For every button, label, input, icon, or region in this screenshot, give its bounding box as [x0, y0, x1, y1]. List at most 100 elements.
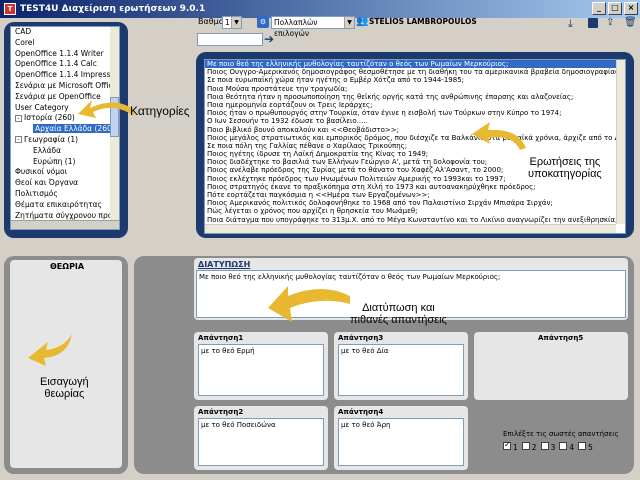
tree-item[interactable]: OpenOffice 1.1.4 Calc [11, 59, 119, 70]
question-item[interactable]: Ποιος ήταν ο πρωθυπουργός στην Τουρκία, … [205, 109, 625, 117]
answer5-label: Απάντηση5 [538, 334, 584, 342]
theory-title: ΘΕΩΡΙΑ [50, 262, 85, 271]
question-list[interactable]: Με ποιο θεό της ελληνικής μυθολογίας ταυ… [204, 59, 626, 234]
tree-item[interactable]: Ελλάδα [11, 146, 119, 157]
questions-arrow-icon [472, 122, 526, 150]
level-icon[interactable]: ⚙ [257, 16, 269, 28]
tree-item-label: OpenOffice 1.1.4 Writer [15, 48, 104, 58]
theory-annotation: Εισαγωγή θεωρίας [40, 376, 89, 400]
answer1-input[interactable]: με το θεό Ερμή [198, 344, 324, 396]
tree-item[interactable]: Θέματα επικαιρότητας [11, 200, 119, 211]
tree-item[interactable]: Ευρώπη (1) [11, 157, 119, 168]
checkbox-icon[interactable] [540, 442, 549, 450]
question-item[interactable]: Με ποιο θεό της ελληνικής μυθολογίας ταυ… [205, 60, 625, 69]
tree-item-label: Γεωγραφία (1) [24, 134, 79, 144]
tree-item-label: Ιστορία (260) [24, 113, 75, 123]
correct-answers-label: Επιλέξτε τις σωστές απαντήσεις [503, 430, 619, 438]
export-icon[interactable]: ⇪ [606, 17, 614, 28]
tree-item-label: Ελλάδα [33, 145, 62, 155]
window-title: TEST4U Διαχείριση ερωτήσεων 9.0.1 [20, 4, 206, 14]
answer3-label: Απάντηση3 [338, 334, 384, 342]
tree-item-label: Θέματα επικαιρότητας [15, 199, 103, 209]
correct-option[interactable]: 1 [503, 440, 518, 452]
search-input[interactable] [197, 33, 263, 46]
correct-option[interactable]: 3 [540, 442, 556, 452]
checkbox-icon[interactable] [559, 442, 568, 450]
correct-option[interactable]: 5 [578, 442, 593, 452]
questions-vertical-scrollbar[interactable] [616, 60, 625, 224]
question-item[interactable]: Ποια θεότητα ήταν η προσωποποίηση της θε… [205, 93, 625, 101]
arrow-right-icon[interactable]: ➔ [264, 33, 274, 45]
question-item[interactable]: Ο Ιων Σεσουήν το 1932 έδωσε το βασίλειο.… [205, 117, 625, 125]
download-icon[interactable]: ⤓ [568, 17, 573, 31]
formulation-title: ΔΙΑΤΥΠΩΣΗ [198, 260, 251, 269]
collapse-icon[interactable]: - [15, 136, 22, 144]
answer3-input[interactable]: με το θεό Δία [338, 344, 464, 396]
tree-item-label: Ζητήματα σύγχρονου προβ [15, 210, 118, 220]
tree-item[interactable]: CAD [11, 27, 119, 38]
tree-item-label: OpenOffice 1.1.4 Impress [15, 70, 111, 80]
questions-horizontal-scrollbar[interactable] [205, 224, 616, 233]
correct-option[interactable]: 4 [559, 442, 574, 452]
option-label: 4 [569, 443, 575, 452]
checkbox-icon[interactable] [578, 442, 587, 450]
tree-item-label: Θεοί και Όργανα [15, 178, 79, 188]
theory-arrow-icon [28, 334, 72, 366]
answer2-input[interactable]: με το θεό Ποσειδώνα [198, 418, 324, 466]
option-label: 2 [531, 443, 537, 452]
answer4-label: Απάντηση4 [338, 408, 384, 416]
collapse-icon[interactable]: - [15, 114, 22, 122]
category-tree[interactable]: CAD Corel OpenOffice 1.1.4 Writer OpenOffic… [10, 26, 120, 230]
tree-item-label: Ευρώπη (1) [33, 156, 76, 166]
answer5-input[interactable] [478, 344, 624, 396]
option-label: 1 [513, 443, 518, 452]
tree-item[interactable]: OpenOffice 1.1.4 Impress [11, 70, 119, 81]
chevron-down-icon: ▼ [231, 17, 241, 28]
author-name: STELIOS LAMBROPOULOS [369, 17, 477, 26]
answer1-label: Απάντηση1 [198, 334, 244, 342]
question-item[interactable]: Ποιος Ουγγρο-Αμερικανός δημοσιογράφος θε… [205, 68, 625, 76]
tree-item-label: Corel [15, 37, 35, 47]
question-item[interactable]: Σε ποια πόλη της Γαλλίας πέθανε ο Χαρίλα… [205, 142, 625, 150]
tree-item[interactable]: Πολιτισμός [11, 189, 119, 200]
question-item[interactable]: Ποιος μεγάλος στρατιωτικός και εμπορικός… [205, 134, 625, 142]
question-item[interactable]: Ποιος στρατηγός έκανε το πραξικόπημα στη… [205, 183, 625, 191]
tree-horizontal-scrollbar[interactable] [11, 220, 119, 229]
tree-item[interactable]: Corel [11, 38, 119, 49]
option-label: 3 [550, 443, 556, 452]
tree-item[interactable]: Θεοί και Όργανα [11, 178, 119, 189]
correct-option[interactable]: 2 [521, 442, 537, 452]
save-icon[interactable] [588, 18, 598, 28]
checkbox-icon[interactable] [503, 440, 511, 450]
minimize-button[interactable]: _ [592, 2, 606, 15]
tree-item[interactable]: - Γεωγραφία (1) [11, 135, 119, 146]
trash-icon[interactable]: 🗑 [624, 17, 637, 28]
app-icon: T [4, 3, 16, 15]
close-button[interactable]: × [624, 2, 638, 15]
question-item[interactable]: Πότε εορτάζεται παγκόσμια η <<Ημέρα των … [205, 191, 625, 199]
tree-item-label: OpenOffice 1.1.4 Calc [15, 59, 97, 69]
correct-answers-checkboxes: 1 2 3 4 5 [503, 440, 593, 452]
tree-item-label: CAD [15, 27, 32, 36]
question-item[interactable]: Σε ποια ευρωπαϊκή χώρα ήταν ηγέτης ο Εμβ… [205, 76, 625, 84]
user-icon: 👥 [356, 16, 369, 27]
tree-item-label: Φυσικοί νόμοι [15, 167, 68, 177]
question-item[interactable]: Ποια ημερομηνία εορτάζουν οι Τρεις Ιεράρ… [205, 101, 625, 109]
categories-annotation: Κατηγορίες [130, 104, 190, 118]
formulation-annotation: Διατύπωση και πιθανές απαντήσεις [350, 302, 447, 326]
formulation-arrow-icon [268, 286, 350, 322]
answer2-label: Απάντηση2 [198, 408, 244, 416]
question-item[interactable]: Ποια Μούσα προστάτευε την τραγωδία; [205, 85, 625, 93]
question-item[interactable]: Πώς λέγεται ο χρόνος που αρχίζει η θρησκ… [205, 207, 625, 215]
answer4-input[interactable]: με το θεό Άρη [338, 418, 464, 466]
maximize-button[interactable]: □ [608, 2, 622, 15]
question-item[interactable]: Ποιος Αμερικανός πολιτικός δολοφονήθηκε … [205, 199, 625, 207]
categories-arrow-icon [78, 100, 134, 118]
question-item[interactable]: Ποια διάταγμα που υπογράφηκε το 313μ.Χ. … [205, 216, 625, 224]
tree-item[interactable]: OpenOffice 1.1.4 Writer [11, 49, 119, 60]
question-item[interactable]: Ποιο βιβλικό βουνό αποκαλούν και <<Θεοβά… [205, 126, 625, 134]
checkbox-icon[interactable] [521, 442, 530, 450]
question-type-select[interactable]: Πολλαπλών επιλογών ▼ [271, 16, 355, 38]
level-select[interactable]: 1 ▼ [222, 16, 242, 29]
tree-item[interactable]: Φυσικοί νόμοι [11, 167, 119, 178]
